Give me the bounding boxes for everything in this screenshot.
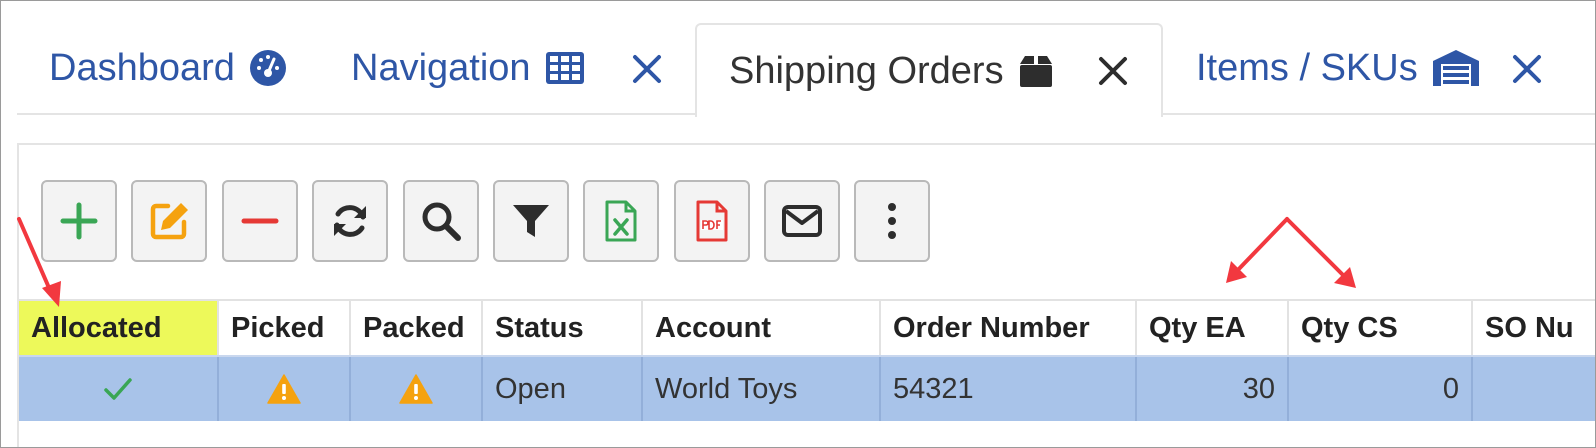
cell-packed xyxy=(351,357,483,421)
tab-items-skus[interactable]: Items / SKUs xyxy=(1196,23,1541,113)
tab-dashboard-label: Dashboard xyxy=(49,46,235,89)
column-header-order-number[interactable]: Order Number xyxy=(881,299,1137,355)
refresh-button[interactable] xyxy=(312,180,388,262)
close-icon[interactable] xyxy=(629,51,665,87)
column-header-account[interactable]: Account xyxy=(643,299,881,355)
minus-icon xyxy=(241,218,279,224)
excel-export-button[interactable] xyxy=(583,180,659,262)
add-button[interactable] xyxy=(41,180,117,262)
column-header-so-number[interactable]: SO Nu xyxy=(1473,299,1595,355)
tab-navigation[interactable]: Navigation xyxy=(351,23,661,113)
edit-button[interactable] xyxy=(131,180,207,262)
cell-account: World Toys xyxy=(643,357,881,421)
cell-status: Open xyxy=(483,357,643,421)
pdf-export-button[interactable] xyxy=(674,180,750,262)
column-header-qty-ea[interactable]: Qty EA xyxy=(1137,299,1289,355)
filter-icon xyxy=(513,205,549,237)
tab-items-skus-label: Items / SKUs xyxy=(1196,46,1418,89)
edit-icon xyxy=(150,203,188,240)
box-icon xyxy=(1018,54,1054,88)
cell-allocated xyxy=(19,357,219,421)
pdf-file-icon xyxy=(696,200,728,242)
tab-bar: Dashboard Navigation Shipping Orders Ite… xyxy=(1,1,1595,117)
tab-navigation-label: Navigation xyxy=(351,46,531,89)
more-vertical-icon xyxy=(888,203,896,239)
cell-order-number: 54321 xyxy=(881,357,1137,421)
filter-button[interactable] xyxy=(493,180,569,262)
column-header-status[interactable]: Status xyxy=(483,299,643,355)
dashboard-gauge-icon xyxy=(249,49,287,87)
close-icon[interactable] xyxy=(1095,53,1131,89)
cell-qty-ea: 30 xyxy=(1137,357,1289,421)
check-icon xyxy=(104,378,132,400)
column-header-qty-cs[interactable]: Qty CS xyxy=(1289,299,1473,355)
grid-table-icon xyxy=(545,51,585,85)
cell-qty-cs: 0 xyxy=(1289,357,1473,421)
more-button[interactable] xyxy=(854,180,930,262)
column-header-allocated[interactable]: Allocated xyxy=(19,299,219,355)
app-window: Dashboard Navigation Shipping Orders Ite… xyxy=(0,0,1596,448)
envelope-icon xyxy=(782,205,822,237)
tab-shipping-orders[interactable]: Shipping Orders xyxy=(695,23,1163,117)
search-button[interactable] xyxy=(403,180,479,262)
close-icon[interactable] xyxy=(1509,51,1545,87)
column-header-picked[interactable]: Picked xyxy=(219,299,351,355)
table-row[interactable]: Open World Toys 54321 30 0 xyxy=(19,355,1595,421)
cell-picked xyxy=(219,357,351,421)
cell-so-number xyxy=(1473,357,1595,421)
tab-dashboard[interactable]: Dashboard xyxy=(49,23,287,113)
column-header-packed[interactable]: Packed xyxy=(351,299,483,355)
search-icon xyxy=(422,202,461,241)
warehouse-icon xyxy=(1432,49,1480,87)
refresh-icon xyxy=(334,205,366,237)
excel-file-icon xyxy=(605,200,637,242)
warning-icon xyxy=(267,374,301,404)
tab-shipping-orders-label: Shipping Orders xyxy=(729,49,1004,92)
plus-icon xyxy=(60,202,98,240)
email-button[interactable] xyxy=(764,180,840,262)
delete-button[interactable] xyxy=(222,180,298,262)
warning-icon xyxy=(399,374,433,404)
